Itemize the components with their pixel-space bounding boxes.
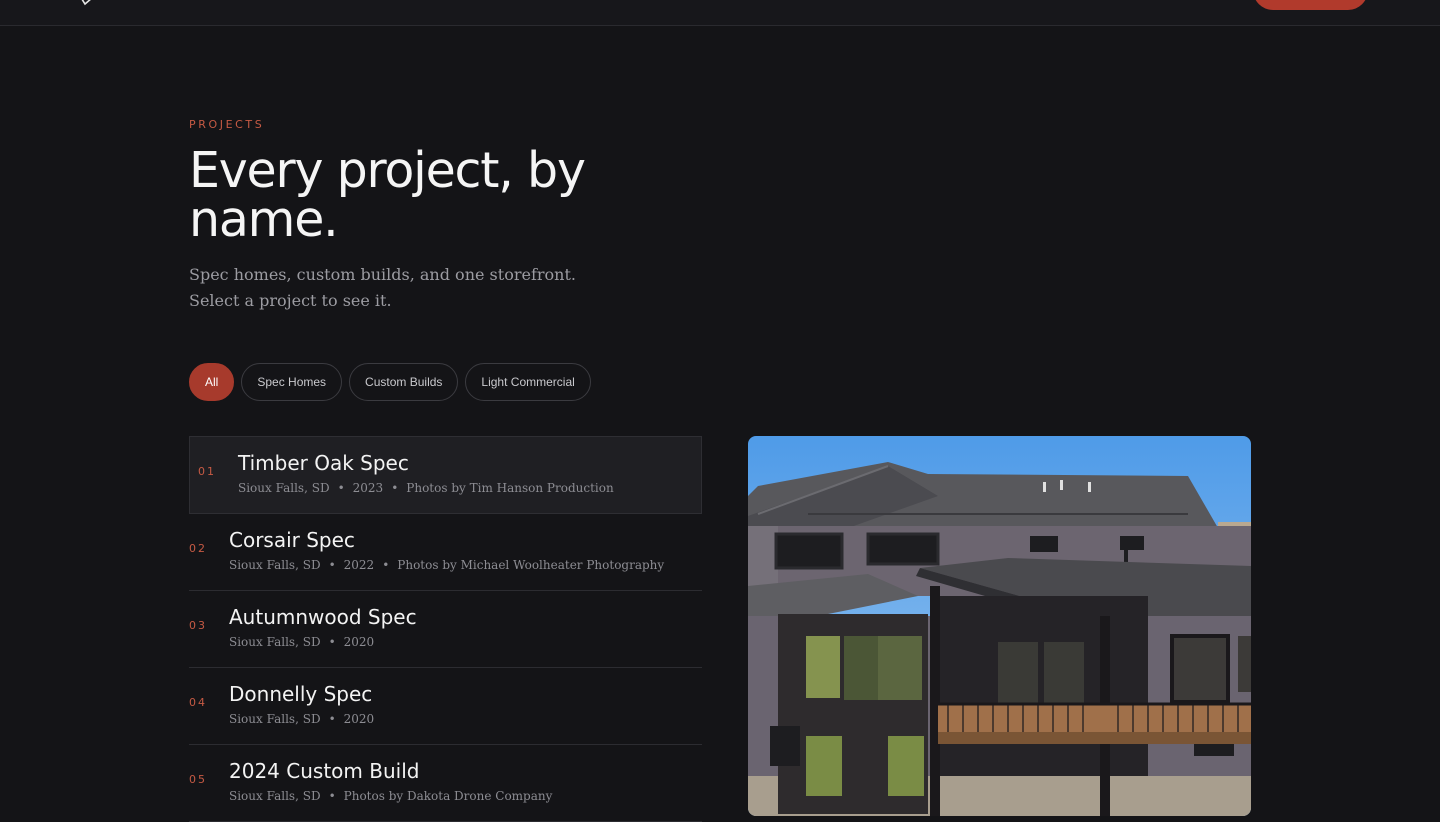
separator-dot-icon: • bbox=[337, 481, 345, 495]
project-name[interactable]: Donnelly Spec bbox=[229, 682, 372, 706]
project-preview-image bbox=[748, 436, 1251, 816]
project-row-corsair-spec[interactable]: 02 Corsair Spec Sioux Falls, SD • 2022 • Pho… bbox=[189, 514, 702, 591]
project-photo-credit: Photos by Dakota Drone Company bbox=[343, 789, 553, 803]
project-location: Sioux Falls, SD bbox=[238, 481, 330, 495]
logo-icon[interactable] bbox=[76, 0, 102, 6]
project-photo-credit: Photos by Tim Hanson Production bbox=[406, 481, 614, 495]
house-photo-icon bbox=[748, 436, 1251, 816]
filter-chip-light-commercial[interactable]: Light Commercial bbox=[465, 363, 591, 401]
filter-chip-group: All Spec Homes Custom Builds Light Comme… bbox=[189, 363, 591, 401]
project-location: Sioux Falls, SD bbox=[229, 789, 321, 803]
project-number: 02 bbox=[189, 542, 207, 555]
project-location: Sioux Falls, SD bbox=[229, 635, 321, 649]
section-eyebrow: PROJECTS bbox=[189, 118, 265, 131]
project-name[interactable]: Autumnwood Spec bbox=[229, 605, 417, 629]
separator-dot-icon: • bbox=[382, 558, 390, 572]
page-subtitle: Spec homes, custom builds, and one store… bbox=[189, 265, 576, 310]
project-year: 2020 bbox=[343, 712, 375, 726]
project-name[interactable]: 2024 Custom Build bbox=[229, 759, 419, 783]
filter-chip-custom-builds[interactable]: Custom Builds bbox=[349, 363, 459, 401]
separator-dot-icon: • bbox=[328, 789, 336, 803]
project-photo-credit: Photos by Michael Woolheater Photography bbox=[397, 558, 665, 572]
project-meta: Sioux Falls, SD • 2020 bbox=[229, 712, 374, 726]
project-meta: Sioux Falls, SD • 2022 • Photos by Michael W… bbox=[229, 558, 664, 572]
separator-dot-icon: • bbox=[328, 712, 336, 726]
project-row-timber-oak-spec[interactable]: 01 Timber Oak Spec Sioux Falls, SD • 2023 •… bbox=[189, 436, 702, 514]
project-number: 03 bbox=[189, 619, 207, 632]
separator-dot-icon: • bbox=[328, 558, 336, 572]
separator-dot-icon: • bbox=[328, 635, 336, 649]
project-meta: Sioux Falls, SD • Photos by Dakota Drone C… bbox=[229, 789, 552, 803]
project-number: 05 bbox=[189, 773, 207, 786]
project-year: 2023 bbox=[352, 481, 384, 495]
project-number: 01 bbox=[198, 465, 216, 478]
project-row-autumnwood-spec[interactable]: 03 Autumnwood Spec Sioux Falls, SD • 2020 bbox=[189, 591, 702, 668]
filter-chip-all[interactable]: All bbox=[189, 363, 235, 401]
separator-dot-icon: • bbox=[391, 481, 399, 495]
project-name[interactable]: Timber Oak Spec bbox=[238, 451, 409, 475]
project-number: 04 bbox=[189, 696, 207, 709]
project-row-donnelly-spec[interactable]: 04 Donnelly Spec Sioux Falls, SD • 2020 bbox=[189, 668, 702, 745]
top-nav-bar bbox=[0, 0, 1440, 26]
nav-cta-button[interactable] bbox=[1253, 0, 1368, 10]
page-title: Every project, by name. bbox=[189, 142, 586, 248]
project-meta: Sioux Falls, SD • 2020 bbox=[229, 635, 374, 649]
project-meta: Sioux Falls, SD • 2023 • Photos by Tim Hanso… bbox=[238, 481, 614, 495]
project-year: 2022 bbox=[343, 558, 375, 572]
project-list: 01 Timber Oak Spec Sioux Falls, SD • 2023 •… bbox=[189, 436, 702, 822]
project-location: Sioux Falls, SD bbox=[229, 712, 321, 726]
filter-chip-spec-homes[interactable]: Spec Homes bbox=[241, 363, 343, 401]
project-location: Sioux Falls, SD bbox=[229, 558, 321, 572]
project-name[interactable]: Corsair Spec bbox=[229, 528, 355, 552]
project-row-2024-custom-build[interactable]: 05 2024 Custom Build Sioux Falls, SD • Pho… bbox=[189, 745, 702, 822]
project-year: 2020 bbox=[343, 635, 375, 649]
